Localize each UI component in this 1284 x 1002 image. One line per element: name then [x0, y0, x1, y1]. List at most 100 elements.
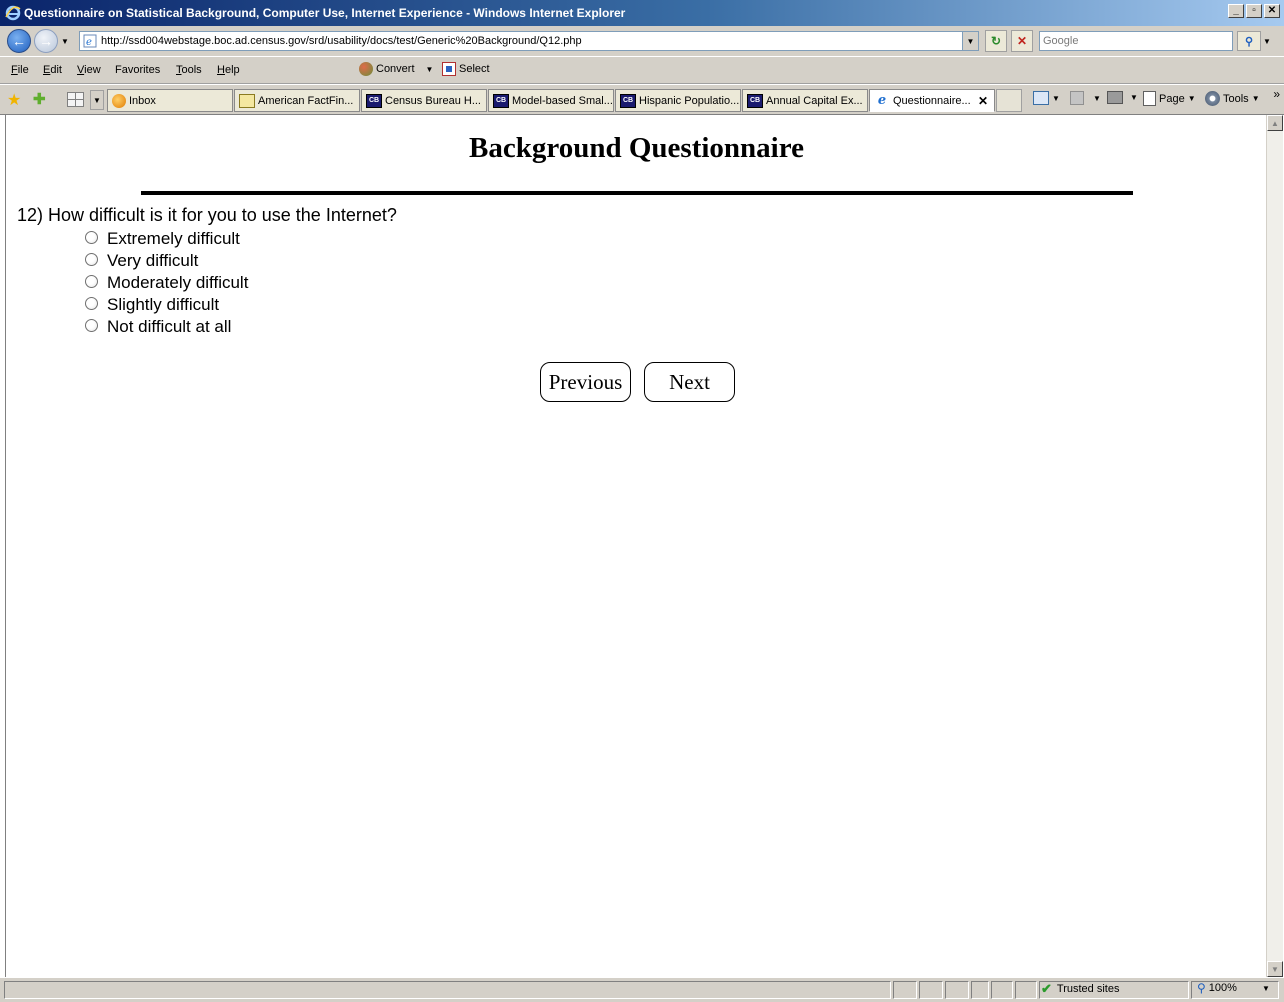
radio-button[interactable]	[85, 296, 98, 310]
status-pane	[919, 981, 943, 999]
radio-button[interactable]	[85, 318, 98, 332]
tab-label: Annual Capital Ex...	[766, 94, 863, 107]
new-tab-button[interactable]	[996, 89, 1022, 112]
census-icon: CB	[493, 93, 509, 108]
radio-button[interactable]	[85, 230, 98, 244]
census-icon: CB	[366, 93, 382, 108]
status-pane	[991, 981, 1013, 999]
page-dropdown-icon: ▼	[1187, 94, 1196, 103]
tools-menu-label: Tools	[1223, 92, 1249, 105]
vertical-scrollbar[interactable]: ▲ ▼	[1266, 115, 1283, 977]
ie-icon: e	[877, 93, 887, 108]
select-label: Select	[459, 63, 490, 75]
inbox-icon	[112, 93, 126, 108]
refresh-icon: ↻	[990, 34, 1002, 48]
status-bar: ✔ Trusted sites ⚲ 100% ▼	[0, 977, 1284, 1002]
tab-list-dropdown[interactable]: ▼	[90, 90, 104, 110]
tab-bar: ★ ✚ ▼ Inbox American FactFin... CB Censu…	[0, 85, 1284, 115]
forward-button[interactable]: →	[34, 29, 58, 53]
tab-questionnaire[interactable]: e Questionnaire... ✕	[869, 89, 995, 112]
menu-edit[interactable]: Edit	[43, 64, 62, 76]
feeds-dropdown-icon: ▼	[1093, 93, 1101, 103]
radio-button[interactable]	[85, 274, 98, 288]
window-titlebar: Questionnaire on Statistical Background,…	[0, 0, 1284, 26]
stop-button[interactable]: ✕	[1011, 30, 1033, 52]
zoom-dropdown-icon: ▼	[1261, 983, 1270, 993]
favorites-star-icon[interactable]: ★	[7, 90, 21, 110]
address-bar[interactable]: e http://ssd004webstage.boc.ad.census.go…	[79, 31, 979, 51]
restore-button[interactable]: ▫	[1246, 4, 1262, 18]
page-title: Background Questionnaire	[469, 132, 804, 164]
chevron-more-icon[interactable]: »	[1273, 87, 1280, 101]
tab-label: Questionnaire...	[893, 94, 971, 107]
address-toolbar: ← → ▼ e http://ssd004webstage.boc.ad.cen…	[0, 26, 1284, 56]
search-icon: ⚲	[1244, 35, 1254, 48]
scroll-up-button[interactable]: ▲	[1267, 115, 1283, 131]
arrow-left-icon: ←	[12, 33, 26, 49]
tab-inbox[interactable]: Inbox	[107, 89, 233, 112]
convert-dropdown-icon: ▼	[425, 64, 434, 74]
security-zone[interactable]: ✔ Trusted sites	[1041, 981, 1119, 997]
close-tab-icon[interactable]: ✕	[978, 94, 988, 108]
tab-annual-capital[interactable]: CB Annual Capital Ex...	[742, 89, 868, 112]
recent-pages-dropdown[interactable]: ▼	[61, 37, 73, 46]
zoom-control[interactable]: ⚲ 100% ▼	[1197, 981, 1270, 995]
option-label: Moderately difficult	[107, 273, 249, 292]
refresh-button[interactable]: ↻	[985, 30, 1007, 52]
tab-label: Census Bureau H...	[385, 94, 481, 107]
menu-favorites[interactable]: Favorites	[115, 64, 160, 76]
search-input[interactable]: Google	[1039, 31, 1233, 51]
next-button[interactable]: Next	[644, 362, 735, 402]
address-url[interactable]: http://ssd004webstage.boc.ad.census.gov/…	[101, 35, 582, 47]
tab-label: American FactFin...	[258, 94, 354, 107]
status-pane	[893, 981, 917, 999]
radio-button[interactable]	[85, 252, 98, 266]
menu-tools[interactable]: Tools	[176, 64, 202, 76]
option-not-difficult-at-all[interactable]: Not difficult at all	[85, 316, 248, 338]
previous-button[interactable]: Previous	[540, 362, 631, 402]
quick-tabs-icon[interactable]	[67, 92, 84, 107]
minimize-button[interactable]: _	[1228, 4, 1244, 18]
back-button[interactable]: ←	[7, 29, 31, 53]
status-text-pane	[4, 981, 891, 999]
option-slightly-difficult[interactable]: Slightly difficult	[85, 294, 248, 316]
scroll-down-button[interactable]: ▼	[1267, 961, 1283, 977]
tab-label: Inbox	[129, 94, 156, 107]
convert-label: Convert	[376, 63, 415, 75]
home-icon	[1033, 91, 1049, 105]
print-icon	[1107, 91, 1123, 104]
tab-hispanic-population[interactable]: CB Hispanic Populatio...	[615, 89, 741, 112]
menu-file[interactable]: File	[11, 64, 29, 76]
option-label: Slightly difficult	[107, 295, 220, 314]
print-button[interactable]: ▼	[1107, 91, 1138, 104]
select-button[interactable]: Select	[442, 62, 490, 76]
ie-logo-icon	[5, 5, 21, 21]
page-menu-label: Page	[1159, 92, 1185, 105]
page-menu-button[interactable]: Page ▼	[1143, 91, 1196, 106]
search-button[interactable]: ⚲	[1237, 31, 1261, 51]
page-content: Background Questionnaire 12) How difficu…	[5, 115, 1266, 977]
address-dropdown-button[interactable]: ▼	[962, 32, 978, 50]
menu-bar: File Edit View Favorites Tools Help Conv…	[0, 56, 1284, 84]
tab-model-based[interactable]: CB Model-based Smal...	[488, 89, 614, 112]
feeds-button[interactable]: ▼	[1070, 91, 1101, 105]
search-options-dropdown[interactable]: ▼	[1263, 37, 1273, 46]
menu-view[interactable]: View	[77, 64, 101, 76]
option-moderately-difficult[interactable]: Moderately difficult	[85, 272, 248, 294]
tab-american-factfinder[interactable]: American FactFin...	[234, 89, 360, 112]
option-very-difficult[interactable]: Very difficult	[85, 250, 248, 272]
close-window-button[interactable]: ✕	[1264, 4, 1280, 18]
checkmark-icon: ✔	[1041, 981, 1052, 996]
home-button[interactable]: ▼	[1033, 91, 1060, 105]
convert-button[interactable]: Convert ▼	[359, 62, 433, 76]
zoom-level: 100%	[1208, 982, 1237, 994]
home-dropdown-icon: ▼	[1052, 93, 1060, 103]
add-favorite-icon[interactable]: ✚	[33, 90, 46, 108]
question-text: 12) How difficult is it for you to use t…	[17, 205, 397, 225]
census-icon: CB	[620, 93, 636, 108]
tab-census-bureau[interactable]: CB Census Bureau H...	[361, 89, 487, 112]
feeds-icon	[1070, 91, 1084, 105]
tools-menu-button[interactable]: Tools ▼	[1205, 91, 1260, 106]
option-extremely-difficult[interactable]: Extremely difficult	[85, 228, 248, 250]
menu-help[interactable]: Help	[217, 64, 240, 76]
